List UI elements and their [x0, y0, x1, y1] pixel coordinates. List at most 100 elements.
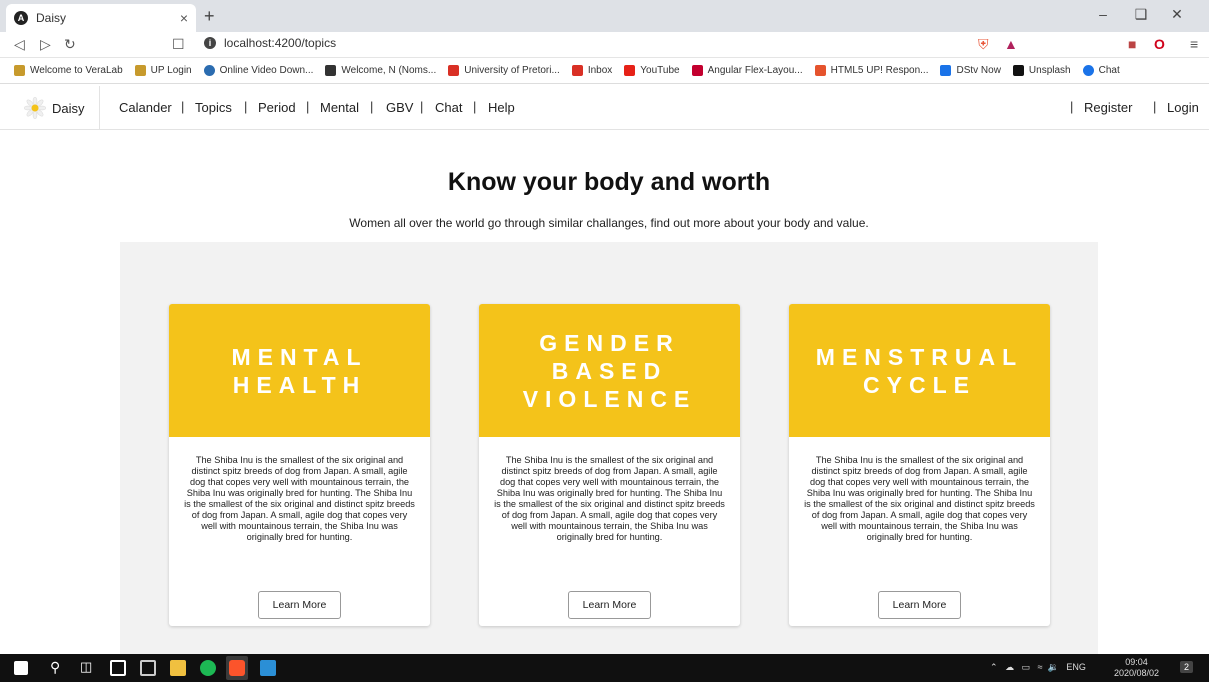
card-description: The Shiba Inu is the smallest of the six…: [184, 455, 415, 542]
battery-icon[interactable]: ▭: [1022, 662, 1031, 672]
tray-chevron-icon[interactable]: ⌃: [990, 662, 998, 672]
nav-separator: |: [370, 99, 374, 114]
nav-link-mental[interactable]: Mental: [320, 100, 359, 115]
nav-link-gbv[interactable]: GBV: [386, 100, 413, 115]
bookmark-icon[interactable]: ☐: [172, 36, 185, 53]
bookmark-label: Online Video Down...: [219, 65, 314, 76]
bookmark-label: Unsplash: [1028, 65, 1071, 76]
menu-icon[interactable]: ≡: [1190, 36, 1198, 52]
maximize-icon[interactable]: ❑: [1126, 6, 1156, 23]
bookmark-item[interactable]: University of Pretori...: [448, 65, 560, 76]
html5up-icon: [814, 65, 826, 76]
language-indicator[interactable]: ENG: [1066, 662, 1086, 672]
bookmark-label: Chat: [1098, 65, 1120, 76]
wifi-icon[interactable]: ≈: [1038, 662, 1043, 672]
spotify-icon[interactable]: [200, 660, 216, 676]
nav-link-period[interactable]: Period: [258, 100, 296, 115]
address-bar[interactable]: i localhost:4200/topics: [204, 36, 336, 50]
browser-tab-strip: A Daisy × + – ❑ ✕: [0, 0, 1209, 32]
bookmark-favicon-icon: [203, 65, 215, 76]
system-tray: ⌃ ☁ ▭ ≈ 🔉 ENG: [990, 662, 1086, 673]
nav-link-help[interactable]: Help: [488, 100, 515, 115]
learn-more-button[interactable]: Learn More: [258, 591, 341, 619]
windows-start-icon[interactable]: [14, 661, 28, 675]
unsplash-icon: [1012, 65, 1024, 76]
clock-time: 09:04: [1125, 657, 1148, 667]
bookmark-label: Welcome, N (Noms...: [341, 65, 437, 76]
card-banner: MENTAL HEALTH: [169, 304, 430, 437]
browser-toolbar: ◁ ▷ ↻ ☐ i localhost:4200/topics ⛨ ▲ ■ O …: [0, 32, 1209, 58]
brave-browser-icon[interactable]: [229, 660, 245, 676]
learn-more-button[interactable]: Learn More: [878, 591, 961, 619]
pdf-extension-icon[interactable]: ■: [1128, 36, 1136, 52]
notification-center-icon[interactable]: 2: [1180, 661, 1194, 673]
nav-link-topics[interactable]: Topics: [195, 100, 232, 115]
bookmark-favicon-icon: [14, 65, 25, 76]
browser-tab[interactable]: A Daisy ×: [6, 4, 196, 32]
bookmark-item[interactable]: YouTube: [624, 65, 680, 76]
url-text: localhost:4200/topics: [224, 36, 337, 50]
topic-card-menstrual-cycle: MENSTRUAL CYCLE The Shiba Inu is the sma…: [789, 304, 1050, 626]
bookmark-item[interactable]: HTML5 UP! Respon...: [814, 65, 929, 76]
back-icon[interactable]: ◁: [14, 36, 25, 53]
bookmark-item[interactable]: UP Login: [134, 65, 192, 76]
file-explorer-icon[interactable]: [170, 660, 186, 676]
bookmark-label: HTML5 UP! Respon...: [830, 65, 929, 76]
window-app-icon[interactable]: [140, 660, 156, 676]
play-icon: [940, 65, 952, 76]
nav-separator: |: [306, 99, 310, 114]
photos-app-icon[interactable]: [110, 660, 126, 676]
bookmark-favicon-icon: [325, 65, 337, 76]
login-link[interactable]: Login: [1167, 100, 1199, 115]
bookmark-item[interactable]: Welcome, N (Noms...: [325, 65, 436, 76]
youtube-icon: [624, 65, 636, 76]
page-subtitle: Women all over the world go through simi…: [349, 216, 869, 230]
nav-link-chat[interactable]: Chat: [435, 100, 462, 115]
chat-icon: [1082, 65, 1094, 76]
onedrive-icon[interactable]: ☁: [1005, 662, 1014, 672]
nav-separator: |: [1070, 99, 1074, 114]
bookmark-item[interactable]: DStv Now: [940, 65, 1001, 76]
bookmark-label: Inbox: [587, 65, 613, 76]
card-banner: GENDER BASED VIOLENCE: [479, 304, 740, 437]
brave-rewards-icon[interactable]: ▲: [1004, 36, 1018, 52]
card-banner: MENSTRUAL CYCLE: [789, 304, 1050, 437]
volume-icon[interactable]: 🔉: [1048, 662, 1059, 672]
forward-icon[interactable]: ▷: [40, 36, 51, 53]
topic-card-mental-health: MENTAL HEALTH The Shiba Inu is the small…: [169, 304, 430, 626]
bookmark-item[interactable]: Chat: [1082, 65, 1120, 76]
bookmark-item[interactable]: Angular Flex-Layou...: [691, 65, 803, 76]
card-banner-title: GENDER BASED VIOLENCE: [522, 329, 697, 412]
bookmark-item[interactable]: Welcome to VeraLab: [14, 65, 123, 76]
window-close-icon[interactable]: ✕: [1162, 6, 1192, 23]
bookmark-item[interactable]: Unsplash: [1012, 65, 1071, 76]
angular-icon: [691, 65, 703, 76]
bookmark-item[interactable]: Inbox: [571, 65, 613, 76]
site-info-icon[interactable]: i: [204, 37, 216, 49]
task-view-icon[interactable]: ◫: [80, 659, 92, 675]
taskbar-clock[interactable]: 09:04 2020/08/02: [1114, 657, 1159, 679]
tab-close-icon[interactable]: ×: [180, 10, 188, 26]
app-navbar: Daisy Calander | Topics | Period | Menta…: [0, 86, 1209, 130]
nav-separator: |: [420, 99, 424, 114]
daisy-logo-icon: [24, 97, 46, 119]
register-link[interactable]: Register: [1084, 100, 1132, 115]
brave-shield-icon[interactable]: ⛨: [978, 36, 989, 53]
minimize-icon[interactable]: –: [1088, 6, 1118, 22]
page-title: Know your body and worth: [447, 168, 771, 196]
clock-date: 2020/08/02: [1114, 668, 1160, 678]
windows-taskbar: ⚲ ◫ ⌃ ☁ ▭ ≈ 🔉 ENG 09:04 2020/08/02 2: [0, 654, 1209, 682]
learn-more-button[interactable]: Learn More: [568, 591, 651, 619]
reload-icon[interactable]: ↻: [64, 36, 76, 53]
brand-link[interactable]: Daisy: [0, 86, 100, 130]
card-description: The Shiba Inu is the smallest of the six…: [804, 455, 1035, 542]
bookmark-label: UP Login: [150, 65, 192, 76]
vscode-icon[interactable]: [260, 660, 276, 676]
bookmark-item[interactable]: Online Video Down...: [203, 65, 314, 76]
bookmarks-bar: Welcome to VeraLab UP Login Online Video…: [0, 58, 1209, 84]
nav-link-calander[interactable]: Calander: [119, 100, 172, 115]
new-tab-button[interactable]: +: [204, 6, 215, 27]
search-icon[interactable]: ⚲: [50, 659, 60, 676]
angular-favicon-icon: A: [14, 11, 28, 25]
opera-extension-icon[interactable]: O: [1154, 36, 1165, 52]
